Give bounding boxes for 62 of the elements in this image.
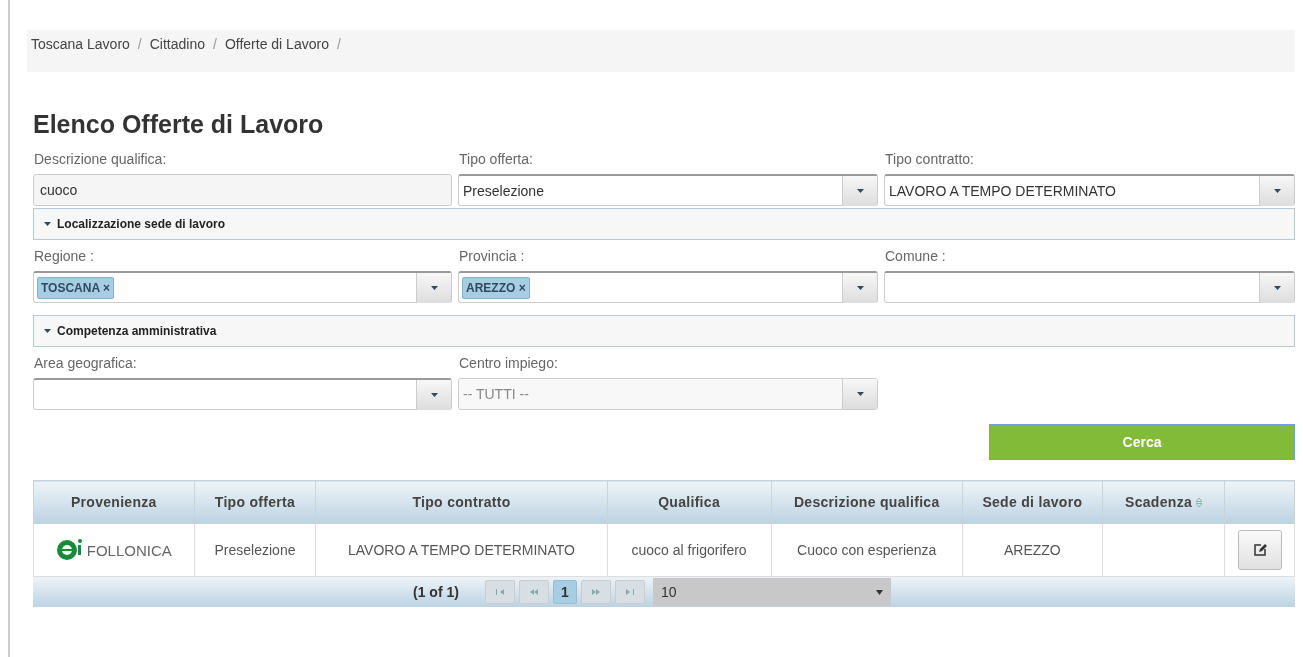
column-header: Tipo contratto [315, 480, 608, 524]
select-field[interactable]: Preselezione [458, 174, 878, 206]
caret-icon [856, 285, 864, 290]
column-header: Qualifica [607, 480, 772, 524]
page-summary: (1 of 1) [413, 584, 459, 600]
field-label: Area geografica: [34, 355, 138, 371]
caret-icon [1273, 285, 1281, 290]
field-label: Tipo contratto: [885, 151, 975, 167]
breadcrumb-link[interactable]: Cittadino [149, 36, 205, 52]
caret-icon [875, 589, 883, 595]
column-header: Descrizione qualifica [771, 480, 963, 524]
breadcrumb-separator: / [137, 36, 142, 52]
breadcrumb-separator: / [336, 36, 341, 52]
table-cell: FOLLONICA [40, 538, 188, 562]
page-title: Elenco Offerte di Lavoro [33, 110, 325, 139]
double-arrow-icon [528, 589, 539, 595]
column-header: Sede di lavoro [962, 480, 1103, 524]
multi-select-field[interactable]: AREZZO × [458, 271, 878, 303]
field-label: Descrizione qualifica: [34, 151, 168, 167]
column-header: Provenienza [33, 480, 195, 524]
field-label: Regione : [34, 248, 95, 264]
field-label: Comune : [885, 248, 947, 264]
edit-icon [1252, 543, 1267, 557]
breadcrumb-separator: / [213, 36, 217, 52]
previous-page-button[interactable] [518, 580, 549, 604]
double-arrow-icon [590, 589, 601, 595]
field-label: Centro impiego: [459, 355, 559, 371]
last-page-button[interactable] [614, 580, 645, 604]
table-cell: Cuoco con esperienza [771, 523, 963, 577]
arrow-bar-icon [624, 589, 635, 595]
multi-select-field[interactable]: TOSCANA × [33, 271, 452, 303]
caret-icon [430, 285, 438, 290]
table-cell: LAVORO A TEMPO DETERMINATO [315, 523, 608, 577]
selected-tag[interactable]: TOSCANA × [37, 276, 115, 299]
next-page-button[interactable] [580, 580, 611, 604]
field-label: Tipo offerta: [459, 151, 534, 167]
column-header [1225, 480, 1295, 524]
logo-icon [55, 538, 84, 562]
arrow-bar-icon [494, 589, 505, 595]
input-field[interactable]: cuoco [33, 174, 452, 206]
breadcrumb-link[interactable]: Offerte di Lavoro [224, 36, 329, 52]
caret-icon [430, 392, 438, 397]
column-header: Tipo offerta [194, 480, 316, 524]
edit-button[interactable] [1237, 530, 1282, 570]
table-cell: Preselezione [194, 523, 316, 577]
caret-icon [856, 392, 864, 396]
column-header[interactable]: Scadenza [1102, 480, 1225, 524]
rows-per-page-select[interactable]: 10 [652, 578, 891, 606]
table-cell: cuoco al frigorifero [607, 523, 772, 577]
caret-icon [856, 188, 864, 193]
first-page-button[interactable] [484, 580, 515, 604]
section-header[interactable]: Localizzazione sede di lavoro [33, 208, 1295, 240]
selected-tag[interactable]: AREZZO × [462, 276, 530, 299]
caret-icon [44, 222, 51, 226]
field-label: Provincia : [459, 248, 526, 264]
page-button[interactable]: 1 [552, 580, 577, 604]
select-field[interactable]: LAVORO A TEMPO DETERMINATO [884, 174, 1295, 206]
caret-icon [1273, 188, 1281, 193]
breadcrumb-link[interactable]: Toscana Lavoro [31, 36, 130, 52]
caret-icon [44, 329, 51, 333]
section-header[interactable]: Competenza amministrativa [33, 315, 1295, 347]
table-cell: AREZZO [962, 523, 1103, 577]
